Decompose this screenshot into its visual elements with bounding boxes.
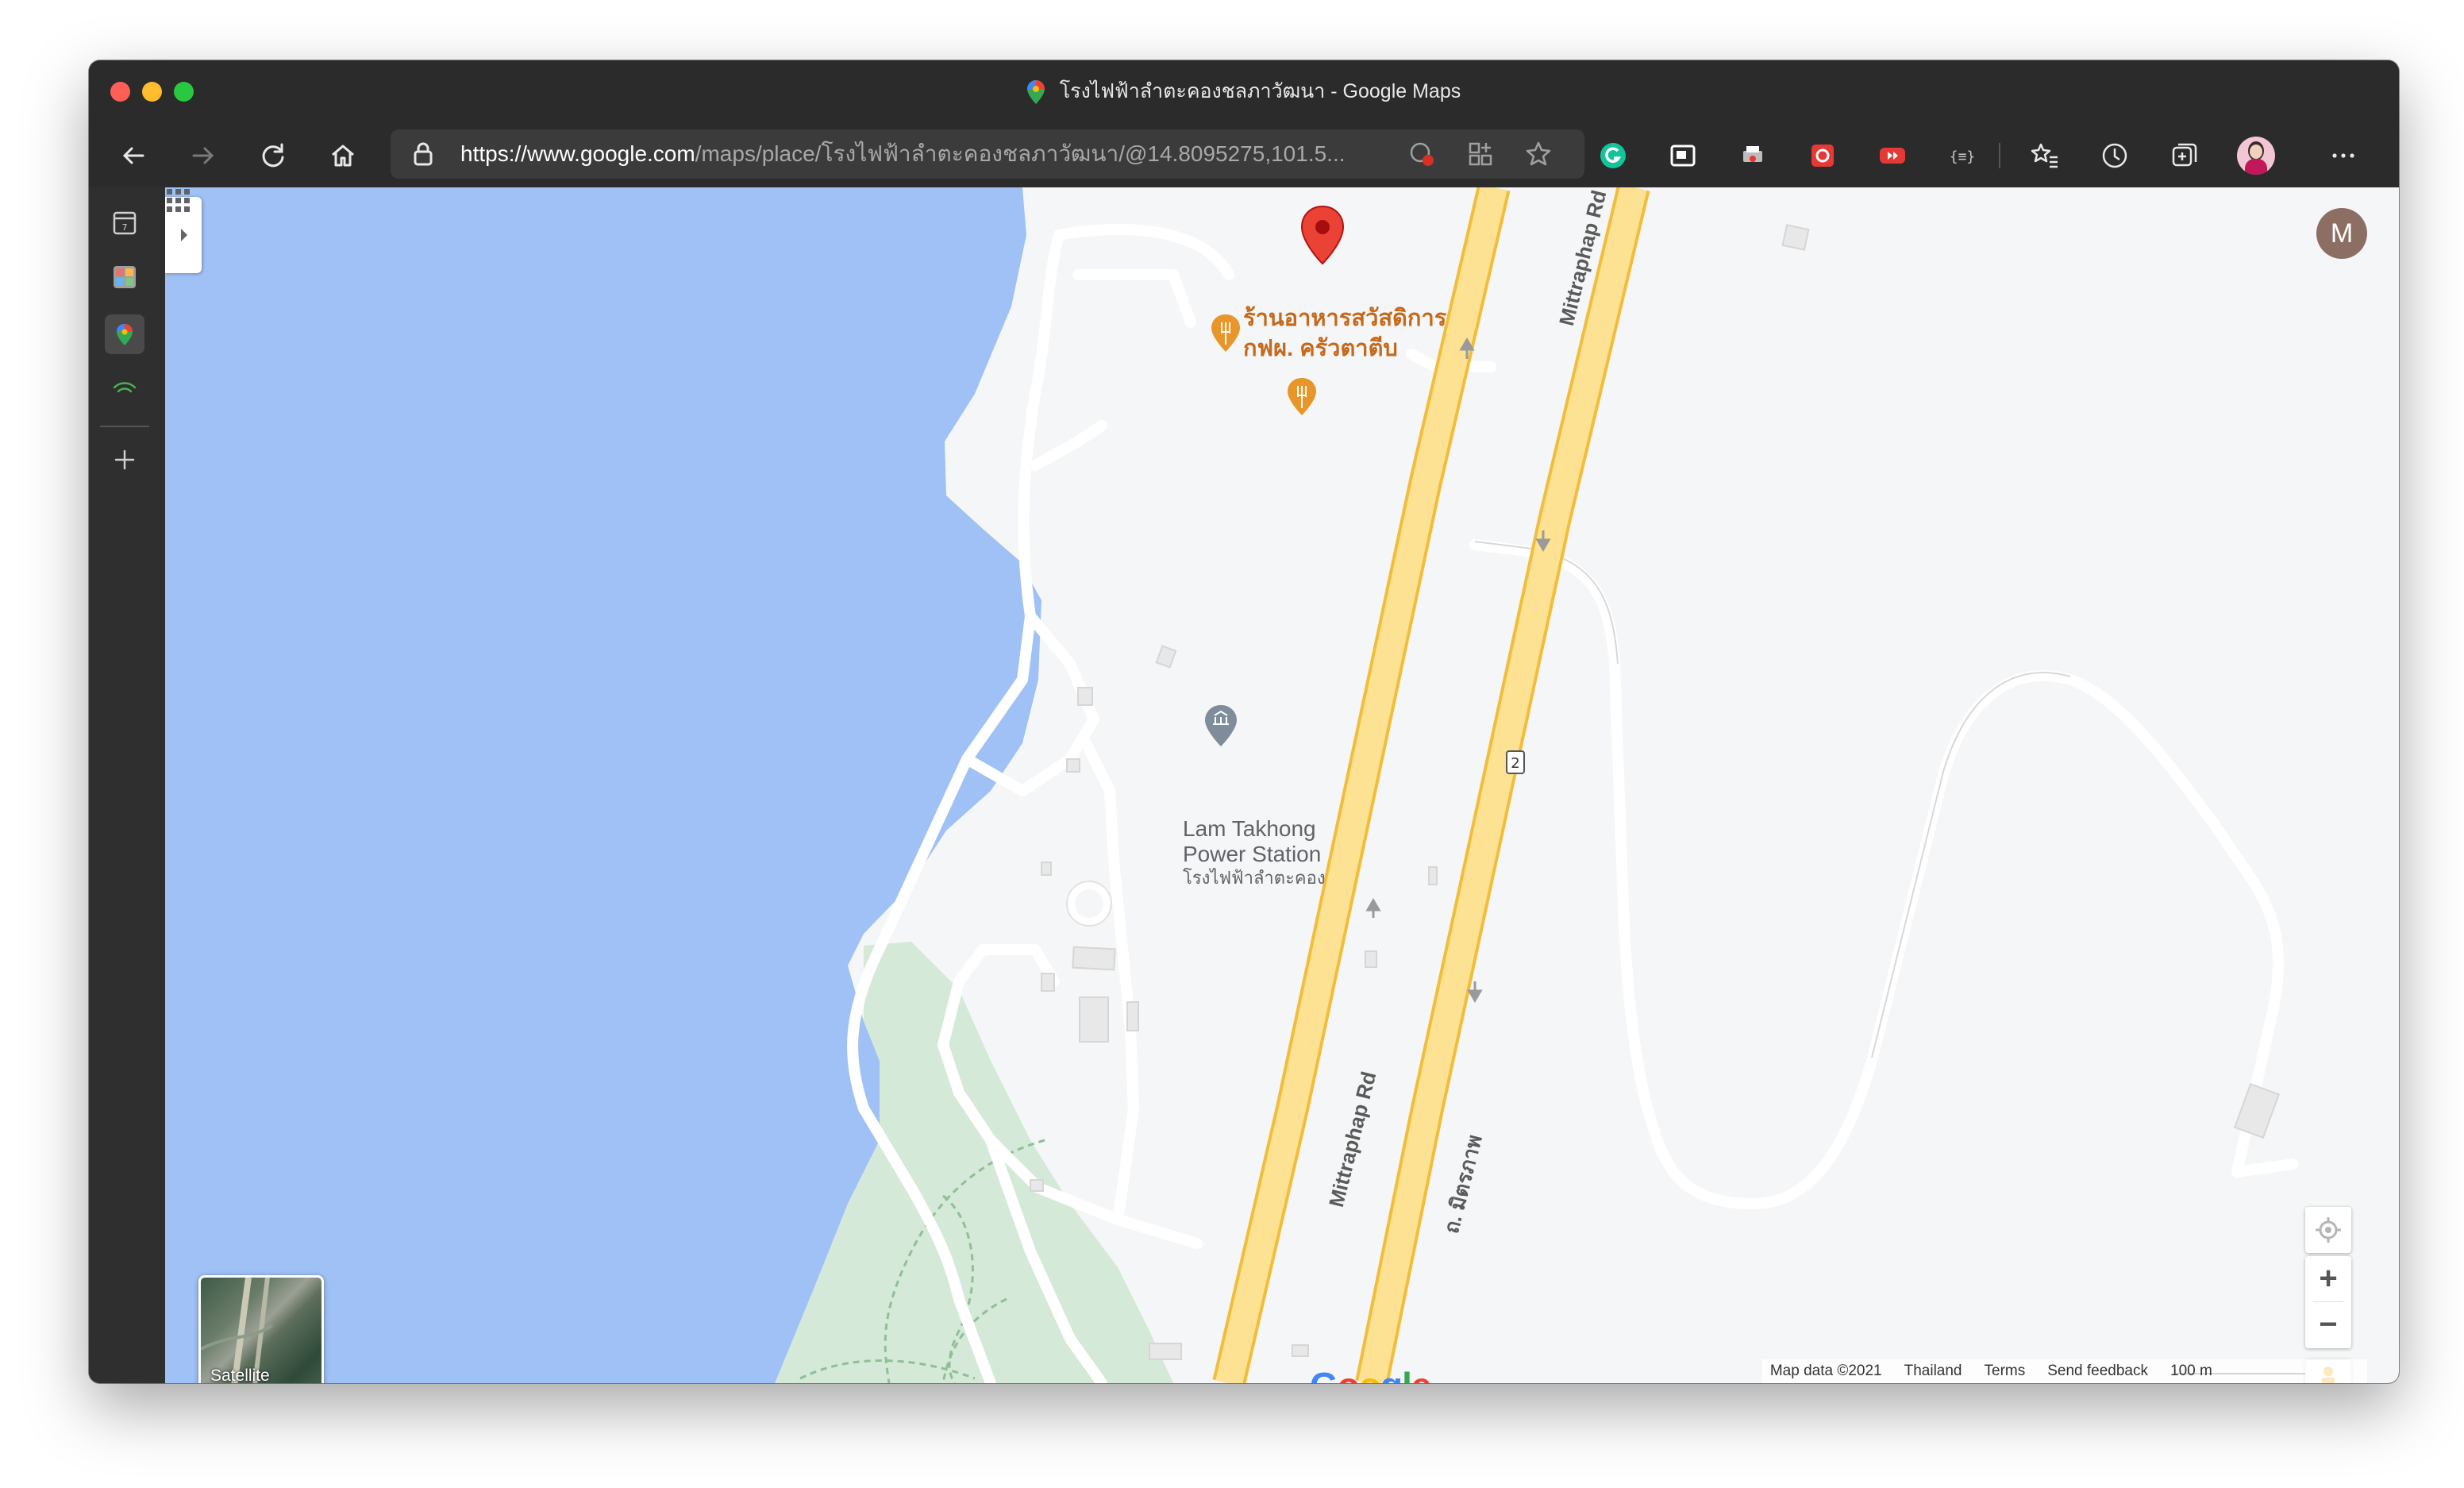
title-bar: โรงไฟฟ้าลำตะคองชลภาวัฒนา - Google Maps bbox=[89, 60, 2399, 124]
satellite-layer-toggle[interactable]: Satellite bbox=[198, 1275, 324, 1383]
route-shield: 2 bbox=[1506, 750, 1525, 774]
svg-text:{≡}: {≡} bbox=[1950, 148, 1976, 165]
terms-link[interactable]: Terms bbox=[1985, 1363, 2026, 1380]
collections-icon[interactable] bbox=[2169, 140, 2200, 172]
map-canvas[interactable]: 2 ร้านอาหารสวัสดิการ กฟผ. ครัวตาตีบ Lam … bbox=[165, 187, 2399, 1383]
svg-text:7: 7 bbox=[122, 222, 128, 233]
buildings bbox=[1030, 224, 2281, 1360]
google-maps-favicon-icon bbox=[1026, 80, 1045, 105]
send-feedback-link[interactable]: Send feedback bbox=[2047, 1363, 2148, 1380]
zoom-out-button[interactable]: − bbox=[2305, 1302, 2351, 1347]
map-base-layer: 2 bbox=[165, 187, 2341, 1383]
back-arrow-icon[interactable] bbox=[117, 140, 149, 172]
url-host: https://www.google.com bbox=[460, 141, 695, 166]
scale-label[interactable]: 100 m bbox=[2170, 1363, 2359, 1380]
power-station-thai-label[interactable]: โรงไฟฟ้าลำตะคอง bbox=[1183, 867, 1326, 889]
restaurant-label-line1[interactable]: ร้านอาหารสวัสดิการ bbox=[1243, 303, 1446, 333]
power-station-label-line2[interactable]: Power Station bbox=[1183, 842, 1321, 866]
add-icon[interactable] bbox=[105, 440, 144, 480]
google-maps-sidebar-item[interactable] bbox=[105, 314, 144, 354]
printer-extension-icon[interactable] bbox=[1737, 140, 1769, 172]
app-available-icon[interactable] bbox=[1467, 141, 1494, 168]
restaurant-poi-2[interactable] bbox=[1288, 378, 1316, 415]
profile-avatar[interactable] bbox=[2237, 137, 2275, 175]
restaurant-poi-1[interactable] bbox=[1211, 314, 1240, 352]
region-link[interactable]: Thailand bbox=[1904, 1363, 1962, 1380]
power-station-label-line1[interactable]: Lam Takhong bbox=[1183, 816, 1316, 841]
more-options-icon[interactable] bbox=[2327, 140, 2359, 172]
browser-window: โรงไฟฟ้าลำตะคองชลภาวัฒนา - Google Maps h… bbox=[89, 60, 2399, 1383]
grammarly-extension-icon[interactable] bbox=[1597, 140, 1629, 172]
wifi-signal-icon[interactable] bbox=[105, 367, 144, 407]
picture-in-picture-extension-icon[interactable] bbox=[1667, 140, 1699, 172]
tracking-prevention-icon[interactable] bbox=[1408, 141, 1435, 168]
toolbar-divider bbox=[1999, 143, 2000, 168]
maps-pin-icon bbox=[117, 324, 133, 345]
video-extension-icon[interactable] bbox=[1877, 140, 1908, 172]
museum-poi-icon[interactable] bbox=[1205, 705, 1237, 746]
favorites-icon[interactable] bbox=[2029, 140, 2061, 172]
window-title: โรงไฟฟ้าลำตะคองชลภาวัฒนา - Google Maps bbox=[1059, 80, 1461, 102]
address-bar[interactable]: https://www.google.com/maps/place/โรงไฟฟ… bbox=[391, 129, 1584, 179]
my-location-button[interactable] bbox=[2305, 1207, 2351, 1253]
url-text[interactable]: https://www.google.com/maps/place/โรงไฟฟ… bbox=[460, 141, 1381, 168]
office-app-icon[interactable] bbox=[105, 257, 144, 297]
calendar-app-icon[interactable]: 7 bbox=[105, 203, 144, 243]
zoom-controls: + − bbox=[2305, 1256, 2351, 1348]
satellite-label: Satellite bbox=[210, 1367, 270, 1383]
sidebar-divider bbox=[100, 426, 149, 427]
google-apps-icon[interactable] bbox=[165, 187, 192, 214]
add-favorite-star-icon[interactable] bbox=[1526, 141, 1554, 168]
account-avatar[interactable]: M bbox=[2316, 208, 2367, 259]
url-path: /maps/place/โรงไฟฟ้าลำตะคองชลภาวัฒนา/@14… bbox=[695, 141, 1346, 166]
reload-icon[interactable] bbox=[257, 140, 289, 172]
pdf-extension-icon[interactable] bbox=[1807, 140, 1838, 172]
crosshair-location-icon bbox=[2316, 1217, 2341, 1243]
map-data-attribution[interactable]: Map data ©2021 bbox=[1770, 1363, 1882, 1380]
forward-arrow-icon[interactable] bbox=[187, 140, 219, 172]
restaurant-label-line2[interactable]: กฟผ. ครัวตาตีบ bbox=[1243, 333, 1398, 364]
roundabout-center bbox=[1075, 889, 1103, 918]
history-icon[interactable] bbox=[2099, 140, 2131, 172]
window-title-area: โรงไฟฟ้าลำตะคองชลภาวัฒนา - Google Maps bbox=[89, 78, 2399, 105]
google-logo: Google bbox=[1310, 1364, 1431, 1383]
road-casings bbox=[1474, 541, 2071, 1058]
browser-side-panel: 7 bbox=[89, 187, 165, 1383]
zoom-in-button[interactable]: + bbox=[2305, 1256, 2351, 1301]
route-number: 2 bbox=[1511, 755, 1519, 772]
home-icon[interactable] bbox=[327, 140, 359, 172]
lock-icon[interactable] bbox=[413, 142, 433, 166]
map-footer: Map data ©2021 Thailand Terms Send feedb… bbox=[1761, 1359, 2367, 1383]
code-extension-icon[interactable]: {≡} bbox=[1946, 140, 1978, 172]
selected-location-pin[interactable] bbox=[1300, 205, 1345, 265]
